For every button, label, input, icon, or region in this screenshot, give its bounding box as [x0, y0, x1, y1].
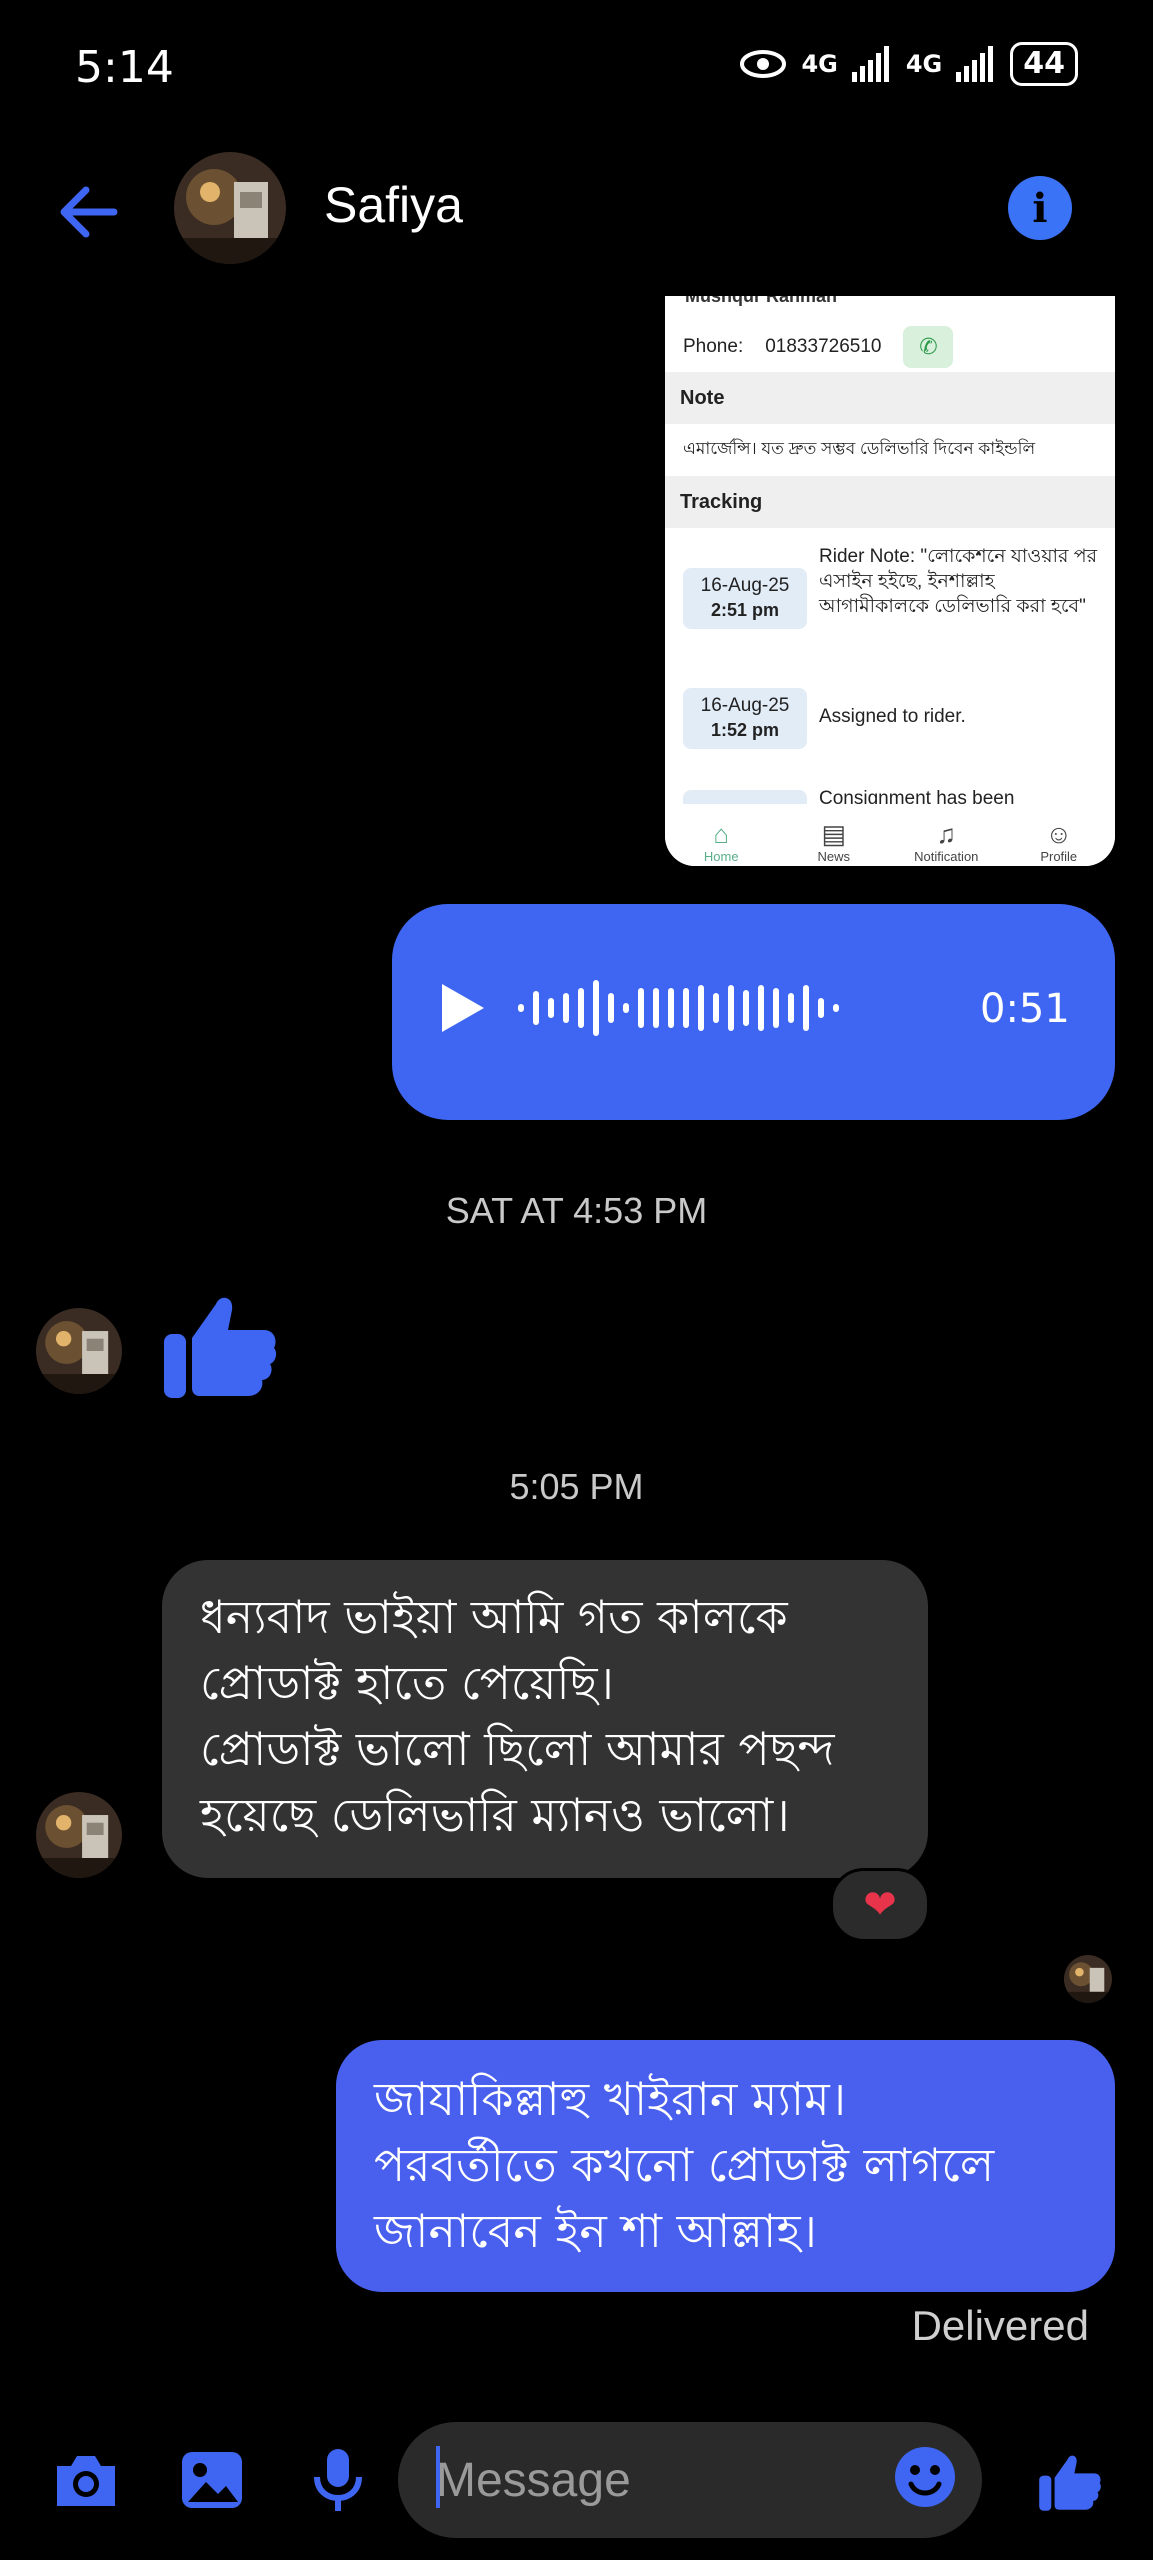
thumbs-up-sticker-icon[interactable] [160, 1282, 280, 1402]
shared-screenshot-image[interactable]: Mushqur Rahman Phone: 01833726510 ✆ Note… [665, 296, 1115, 866]
waveform[interactable] [518, 980, 839, 1036]
signal-icon [956, 46, 994, 82]
avatar[interactable] [36, 1308, 122, 1394]
home-icon: ⌂ [713, 819, 730, 849]
signal-icon [851, 46, 889, 82]
note-text: এমার্জেন্সি। যত দ্রুত সম্ভব ডেলিভারি দিব… [683, 439, 1036, 458]
nav-label: Profile [1040, 849, 1078, 864]
bottom-nav: ⌂ Home ▤ News ♫ Notification ☺ Profile [665, 804, 1115, 866]
nav-news: ▤ News [784, 819, 884, 864]
cut-off-name: Mushqur Rahman [685, 296, 838, 306]
tracking-text: Assigned to rider. [819, 706, 966, 727]
gallery-icon[interactable] [172, 2440, 252, 2520]
tracking-date: 16-Aug-25 2:51 pm [683, 568, 807, 629]
nav-notification: ♫ Notification [896, 819, 996, 864]
battery-icon: 44 [1010, 42, 1078, 86]
outgoing-message-bubble[interactable]: জাযাকিল্লাহু খাইরান ম্যাম। পরবর্তীতে কখন… [336, 2040, 1115, 2292]
microphone-icon[interactable] [298, 2440, 378, 2520]
avatar[interactable] [36, 1792, 122, 1878]
status-icons: 4G 4G 44 [739, 42, 1078, 86]
seen-avatar [1064, 1955, 1112, 2003]
heart-reaction-icon[interactable]: ❤ [830, 1868, 930, 1942]
tracking-text: Rider Note: "লোকেশনে যাওয়ার পর এসাইন হই… [819, 546, 1098, 617]
text-caret [436, 2446, 440, 2508]
message-line: জাযাকিল্লাহু খাইরান ম্যাম। [374, 2072, 847, 2126]
nav-label: Notification [914, 849, 979, 864]
back-arrow-icon[interactable] [52, 176, 124, 248]
timestamp: SAT AT 4:53 PM [445, 1190, 708, 1231]
date-text: 16-Aug-25 [700, 575, 790, 596]
message-line: প্রোডাক্ট ভালো ছিলো আমার পছন্দ [200, 1722, 835, 1776]
phone-number: 01833726510 [765, 336, 882, 357]
network-type-1: 4G [801, 50, 838, 78]
voice-duration: 0:51 [980, 986, 1070, 1032]
info-icon[interactable]: i [1008, 176, 1072, 240]
message-line: পরবর্তীতে কখনো প্রোডাক্ট লাগলে [374, 2138, 995, 2192]
phone-icon: ✆ [903, 326, 954, 368]
play-icon[interactable] [442, 984, 484, 1032]
message-line: ধন্যবাদ ভাইয়া আমি গত কালকে [200, 1590, 788, 1644]
delivery-status: Delivered [911, 2302, 1089, 2349]
note-heading: Note [665, 372, 1115, 424]
message-line: জানাবেন ইন শা আল্লাহ। [374, 2204, 817, 2258]
news-icon: ▤ [821, 819, 847, 849]
phone-row: Phone: 01833726510 ✆ [683, 326, 954, 368]
time-text: 2:51 pm [710, 600, 780, 620]
message-line: প্রোডাক্ট হাতে পেয়েছি। [200, 1656, 614, 1710]
camera-icon[interactable] [46, 2440, 126, 2520]
bell-icon: ♫ [936, 819, 957, 849]
tracking-date: 16-Aug-25 1:52 pm [683, 688, 807, 749]
nav-home: ⌂ Home [671, 819, 771, 864]
message-line: হয়েছে ডেলিভারি ম্যানও ভালো। [200, 1788, 790, 1842]
incoming-message-bubble[interactable]: ধন্যবাদ ভাইয়া আমি গত কালকে প্রোডাক্ট হা… [162, 1560, 928, 1878]
time-text: 1:52 pm [710, 720, 780, 740]
tracking-heading: Tracking [665, 476, 1115, 528]
avatar[interactable] [174, 152, 286, 264]
timestamp: 5:05 PM [509, 1466, 644, 1507]
phone-label: Phone: [683, 336, 744, 357]
profile-icon: ☺ [1045, 819, 1073, 849]
thumbs-up-icon[interactable] [1030, 2440, 1110, 2520]
network-type-2: 4G [905, 50, 943, 78]
eye-icon [740, 50, 787, 78]
date-text: 16-Aug-25 [700, 695, 790, 716]
emoji-icon[interactable] [894, 2446, 956, 2508]
nav-label: News [817, 849, 850, 864]
nav-label: Home [703, 849, 739, 864]
status-time: 5:14 [75, 42, 174, 93]
contact-name[interactable]: Safiya [324, 176, 463, 234]
nav-profile: ☺ Profile [1009, 819, 1109, 864]
